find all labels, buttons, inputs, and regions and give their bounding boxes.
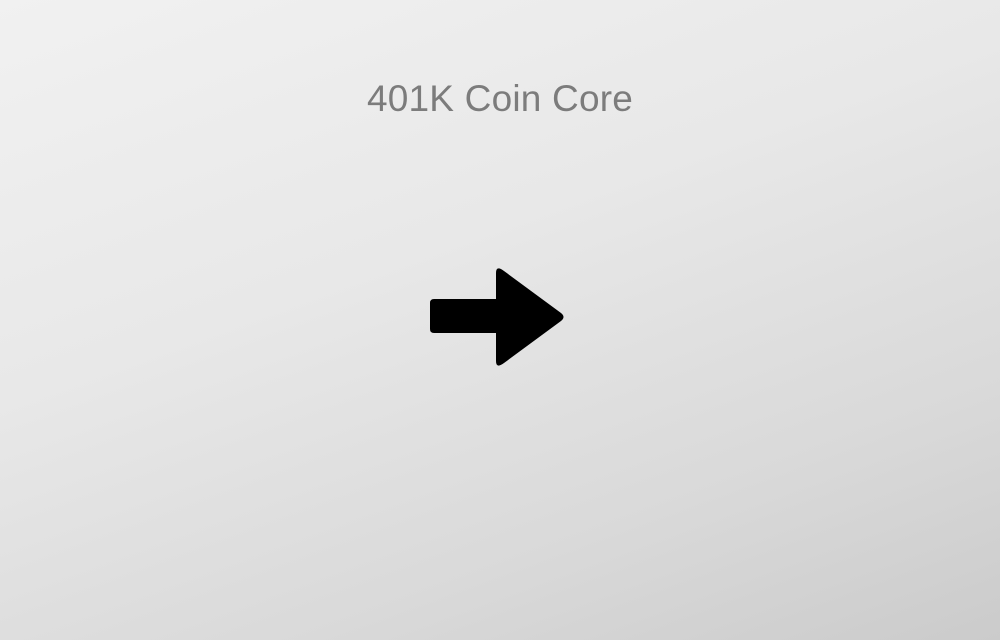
splash-screen: 401K Coin Core [0, 0, 1000, 640]
app-title: 401K Coin Core [366, 78, 634, 119]
arrow-right-icon [430, 268, 564, 366]
continue-arrow-button[interactable] [428, 265, 568, 369]
